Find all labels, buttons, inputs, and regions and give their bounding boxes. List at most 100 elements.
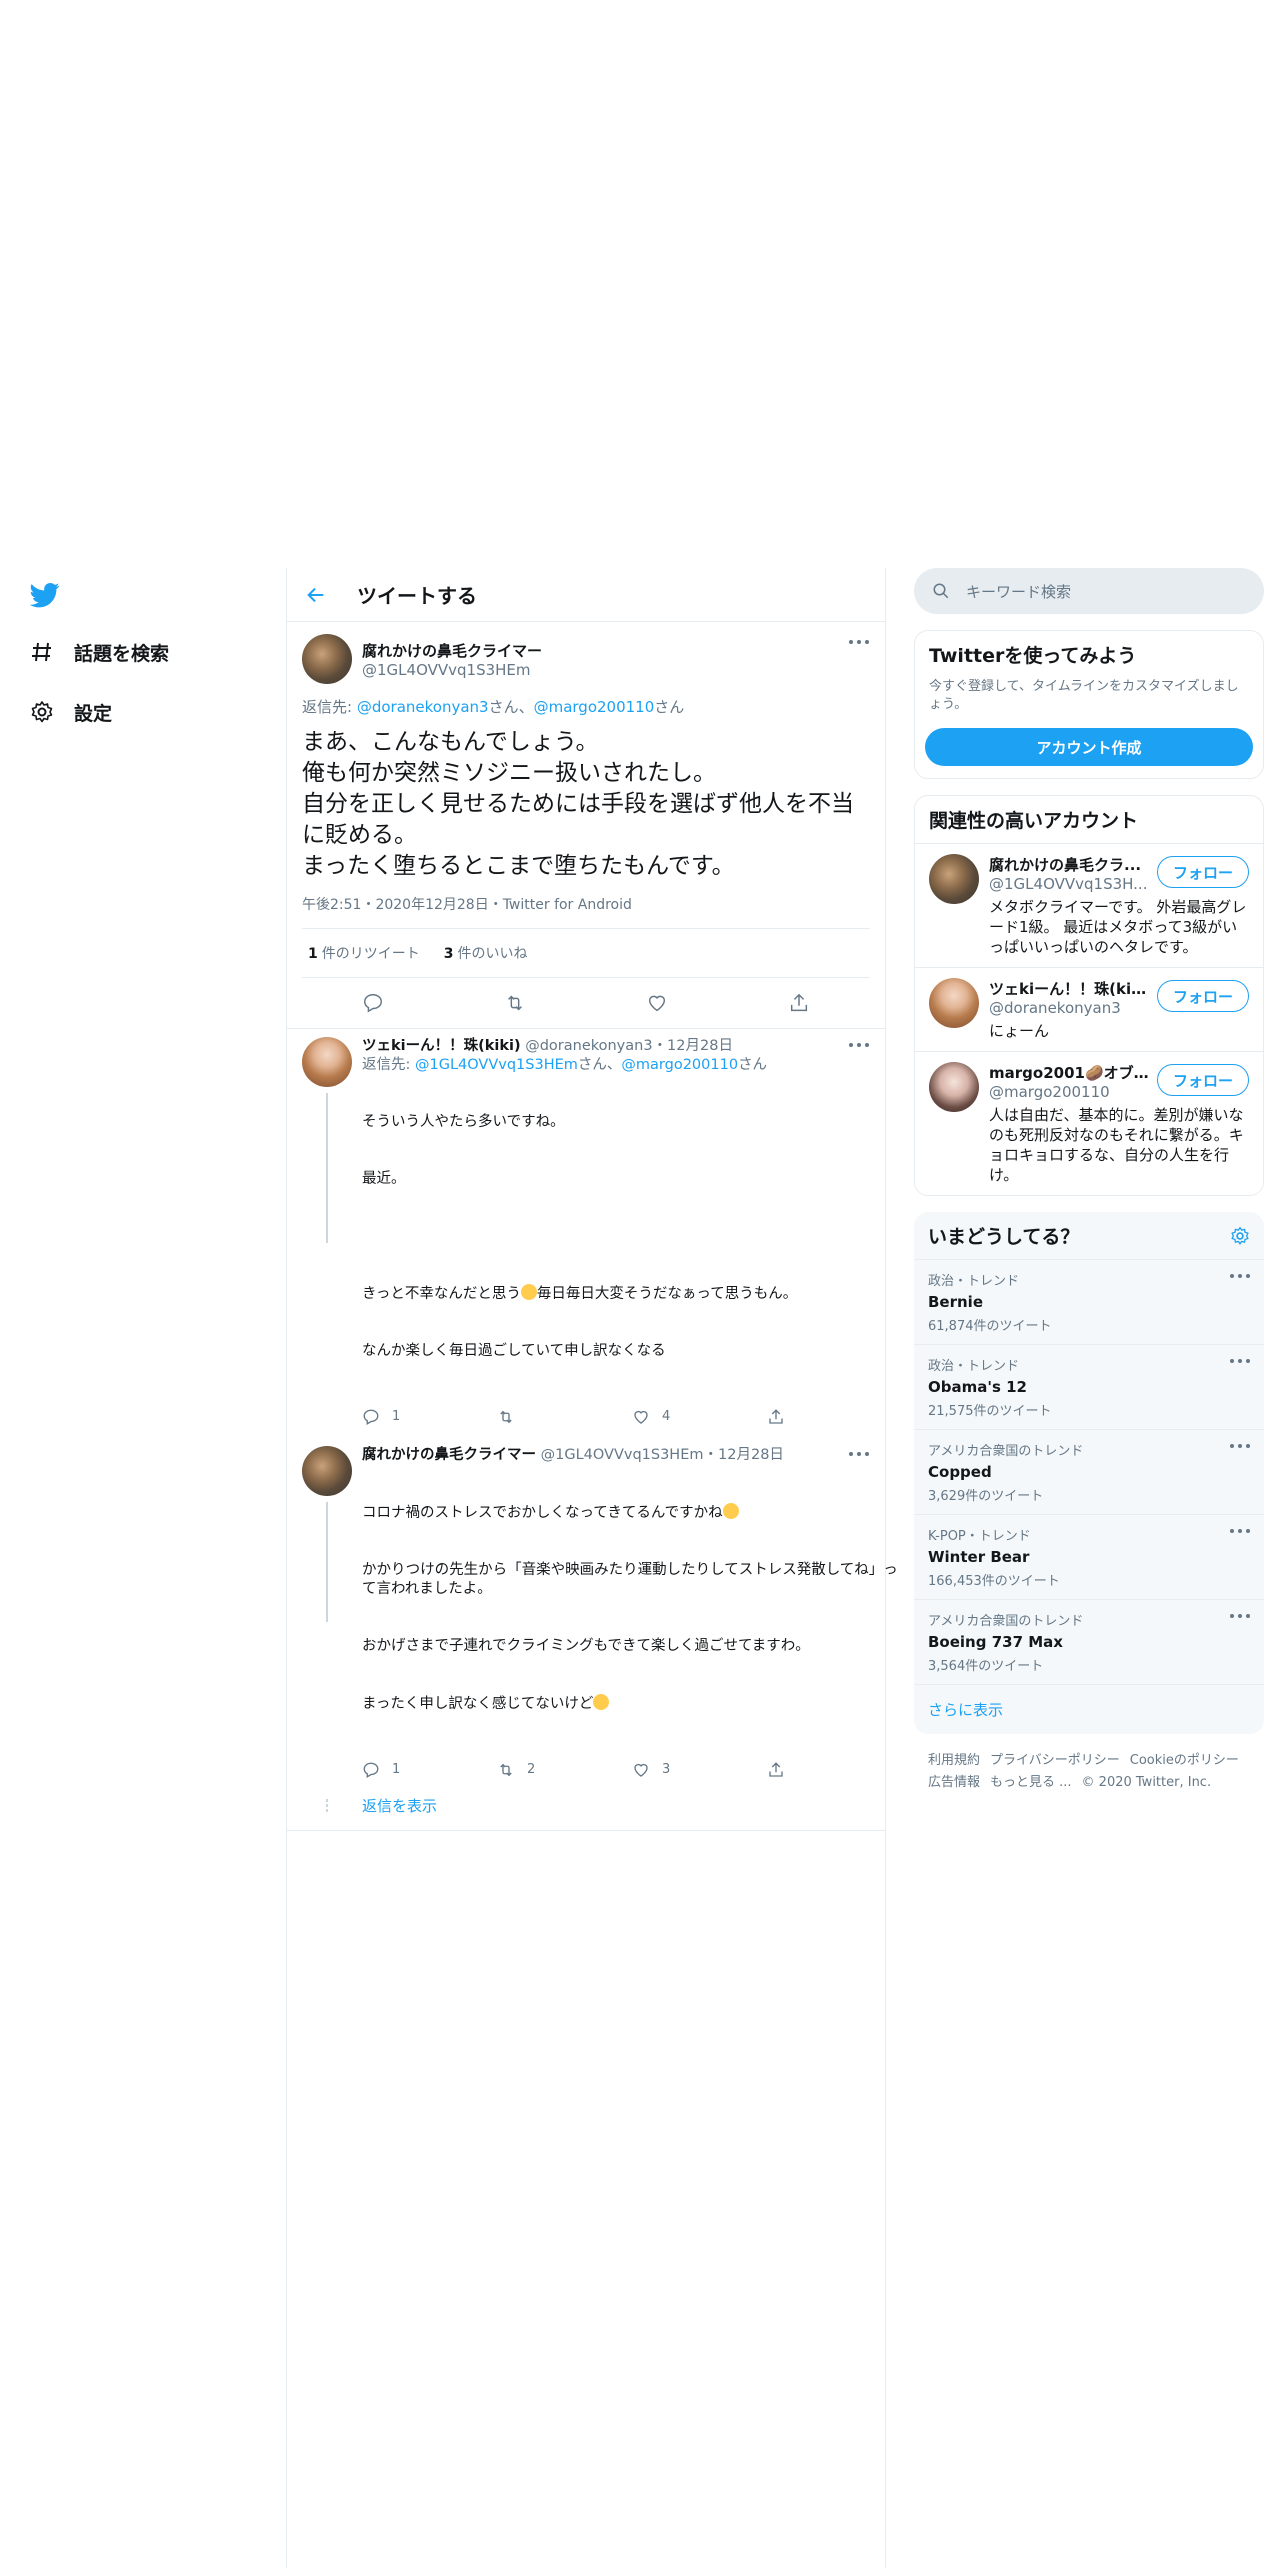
username[interactable]: @1GL4OVVvq1S3HEm [362,661,542,679]
more-options-icon[interactable] [1230,1444,1250,1450]
trends-card: いまどうしてる？ 政治・トレンド Bernie 61,874件のツイート 政治・… [914,1212,1264,1734]
username[interactable]: @1GL4OVVvq1S3HEm [541,1447,704,1463]
avatar[interactable] [929,978,979,1028]
mention-link[interactable]: @1GL4OVVvq1S3HEm [415,1057,578,1073]
trend-count: 3,629件のツイート [928,1489,1044,1504]
smile-emoji-icon [520,1284,537,1300]
display-name[interactable]: ツェkiーん！！珠(kiki) [989,978,1149,999]
create-account-button[interactable]: アカウント作成 [925,728,1253,766]
twitter-logo-icon[interactable] [28,580,62,610]
retweet-button[interactable]: 2 [497,1760,632,1779]
follow-button[interactable]: フォロー [1157,856,1249,888]
search-icon [933,583,949,599]
more-options-icon[interactable] [1230,1274,1250,1280]
trend-context: アメリカ合衆国のトレンド [928,1444,1084,1459]
avatar[interactable] [929,854,979,904]
share-icon[interactable] [788,992,810,1014]
show-more-link[interactable]: さらに表示 [914,1685,1264,1734]
footer-link[interactable]: Cookieのポリシー [1130,1753,1239,1768]
display-name[interactable]: margo2001🥔オブ・... [989,1062,1149,1083]
footer-link[interactable]: 広告情報 [928,1775,980,1790]
account-item[interactable]: 腐れかけの鼻毛クラ... @1GL4OVVvq1S3H... メタボクライマーで… [915,843,1263,967]
retweet-stat[interactable]: 1 件のリツイート [308,943,420,963]
avatar[interactable] [929,1062,979,1112]
display-name[interactable]: ツェkiーん！！珠(kiki) [362,1038,521,1054]
thread-line [326,1502,328,1622]
trend-item[interactable]: 政治・トレンド Bernie 61,874件のツイート [914,1260,1264,1345]
more-options-icon[interactable] [1230,1359,1250,1365]
more-options-icon[interactable] [849,640,869,646]
more-options-icon[interactable] [849,1043,869,1049]
trend-name: Bernie [928,1293,983,1311]
more-options-icon[interactable] [1230,1614,1250,1620]
display-name[interactable]: 腐れかけの鼻毛クライマー [362,640,542,661]
thinking-emoji-icon [722,1503,739,1519]
main-header: ツイートする [287,568,885,622]
account-item[interactable]: ツェkiーん！！珠(kiki) @doranekonyan3 にょーん フォロー [915,967,1263,1051]
tweet-timestamp[interactable]: 午後2:51・2020年12月28日・Twitter for Android [302,894,870,929]
avatar[interactable] [302,1446,352,1496]
username[interactable]: @doranekonyan3 [525,1038,652,1054]
trend-item[interactable]: アメリカ合衆国のトレンド Copped 3,629件のツイート [914,1430,1264,1515]
gear-icon[interactable] [1230,1226,1250,1246]
reply-button[interactable]: 1 [362,1407,497,1426]
mention-link[interactable]: @margo200110 [621,1057,738,1073]
nav-explore[interactable]: 話題を検索 [28,638,169,666]
grin-emoji-icon [593,1694,610,1710]
reply-button[interactable]: 1 [362,1760,497,1779]
trend-item[interactable]: アメリカ合衆国のトレンド Boeing 737 Max 3,564件のツイート [914,1600,1264,1685]
retweet-icon[interactable] [504,992,526,1014]
trend-item[interactable]: 政治・トレンド Obama's 12 21,575件のツイート [914,1345,1264,1430]
reply-tweet[interactable]: 腐れかけの鼻毛クライマー @1GL4OVVvq1S3HEm・12月28日 コロナ… [287,1438,898,1785]
signup-title: Twitterを使ってみよう [929,645,1137,667]
nav-settings[interactable]: 設定 [28,698,112,726]
reply-icon [363,1762,379,1778]
show-replies-row[interactable]: 返信を表示 [287,1785,885,1831]
share-button[interactable] [767,1407,902,1426]
trend-count: 3,564件のツイート [928,1659,1044,1674]
username[interactable]: @margo200110 [989,1083,1149,1101]
related-accounts-card: 関連性の高いアカウント 腐れかけの鼻毛クラ... @1GL4OVVvq1S3H.… [914,795,1264,1196]
like-stat[interactable]: 3 件のいいね [444,943,528,963]
reply-icon[interactable] [362,992,384,1014]
tweet-date[interactable]: ・12月28日 [653,1038,733,1054]
mention-link[interactable]: @margo200110 [534,698,655,716]
like-icon [634,1410,648,1424]
footer-link[interactable]: 利用規約 [928,1753,980,1768]
more-options-icon[interactable] [1230,1529,1250,1535]
share-button[interactable] [767,1760,902,1779]
follow-button[interactable]: フォロー [1157,980,1249,1012]
trend-item[interactable]: K-POP・トレンド Winter Bear 166,453件のツイート [914,1515,1264,1600]
avatar[interactable] [302,1037,352,1087]
search-input[interactable]: キーワード検索 [966,581,1071,602]
account-item[interactable]: margo2001🥔オブ・... @margo200110 人は自由だ、基本的に… [915,1051,1263,1195]
like-button[interactable]: 4 [632,1407,767,1426]
footer-link[interactable]: もっと見る ... [990,1775,1072,1790]
show-replies-link[interactable]: 返信を表示 [362,1795,437,1816]
avatar[interactable] [302,634,352,684]
display-name[interactable]: 腐れかけの鼻毛クライマー [362,1447,536,1463]
reply-to-prefix: 返信先: [302,698,357,716]
like-button[interactable]: 3 [632,1760,767,1779]
footer-link[interactable]: プライバシーポリシー [990,1753,1120,1768]
signup-description: 今すぐ登録して、タイムラインをカスタマイズしましょう。 [929,679,1239,712]
reply-tweet[interactable]: ツェkiーん！！珠(kiki) @doranekonyan3・12月28日 返信… [287,1029,885,1432]
back-arrow-icon[interactable] [305,584,327,606]
like-icon[interactable] [646,992,668,1014]
trend-context: 政治・トレンド [928,1274,1020,1289]
mention-link[interactable]: @doranekonyan3 [357,698,489,716]
search-bar[interactable]: キーワード検索 [914,568,1264,614]
display-name[interactable]: 腐れかけの鼻毛クラ... [989,854,1149,875]
username[interactable]: @1GL4OVVvq1S3H... [989,875,1149,893]
tweet-text: まあ、こんなもんでしょう。 俺も何か突然ミソジニー扱いされたし。 自分を正しく見… [302,729,854,879]
more-options-icon[interactable] [849,1452,869,1458]
honorific: さん [654,698,685,716]
username[interactable]: @doranekonyan3 [989,999,1149,1017]
thread-dots [302,1798,352,1813]
tweet-date[interactable]: ・12月28日 [704,1447,784,1463]
footer: 利用規約 プライバシーポリシー Cookieのポリシー 広告情報 もっと見る ... ©… [914,1750,1264,1794]
reply-icon [363,1409,379,1425]
trend-count: 166,453件のツイート [928,1574,1060,1589]
retweet-button[interactable] [497,1407,632,1426]
follow-button[interactable]: フォロー [1157,1064,1249,1096]
